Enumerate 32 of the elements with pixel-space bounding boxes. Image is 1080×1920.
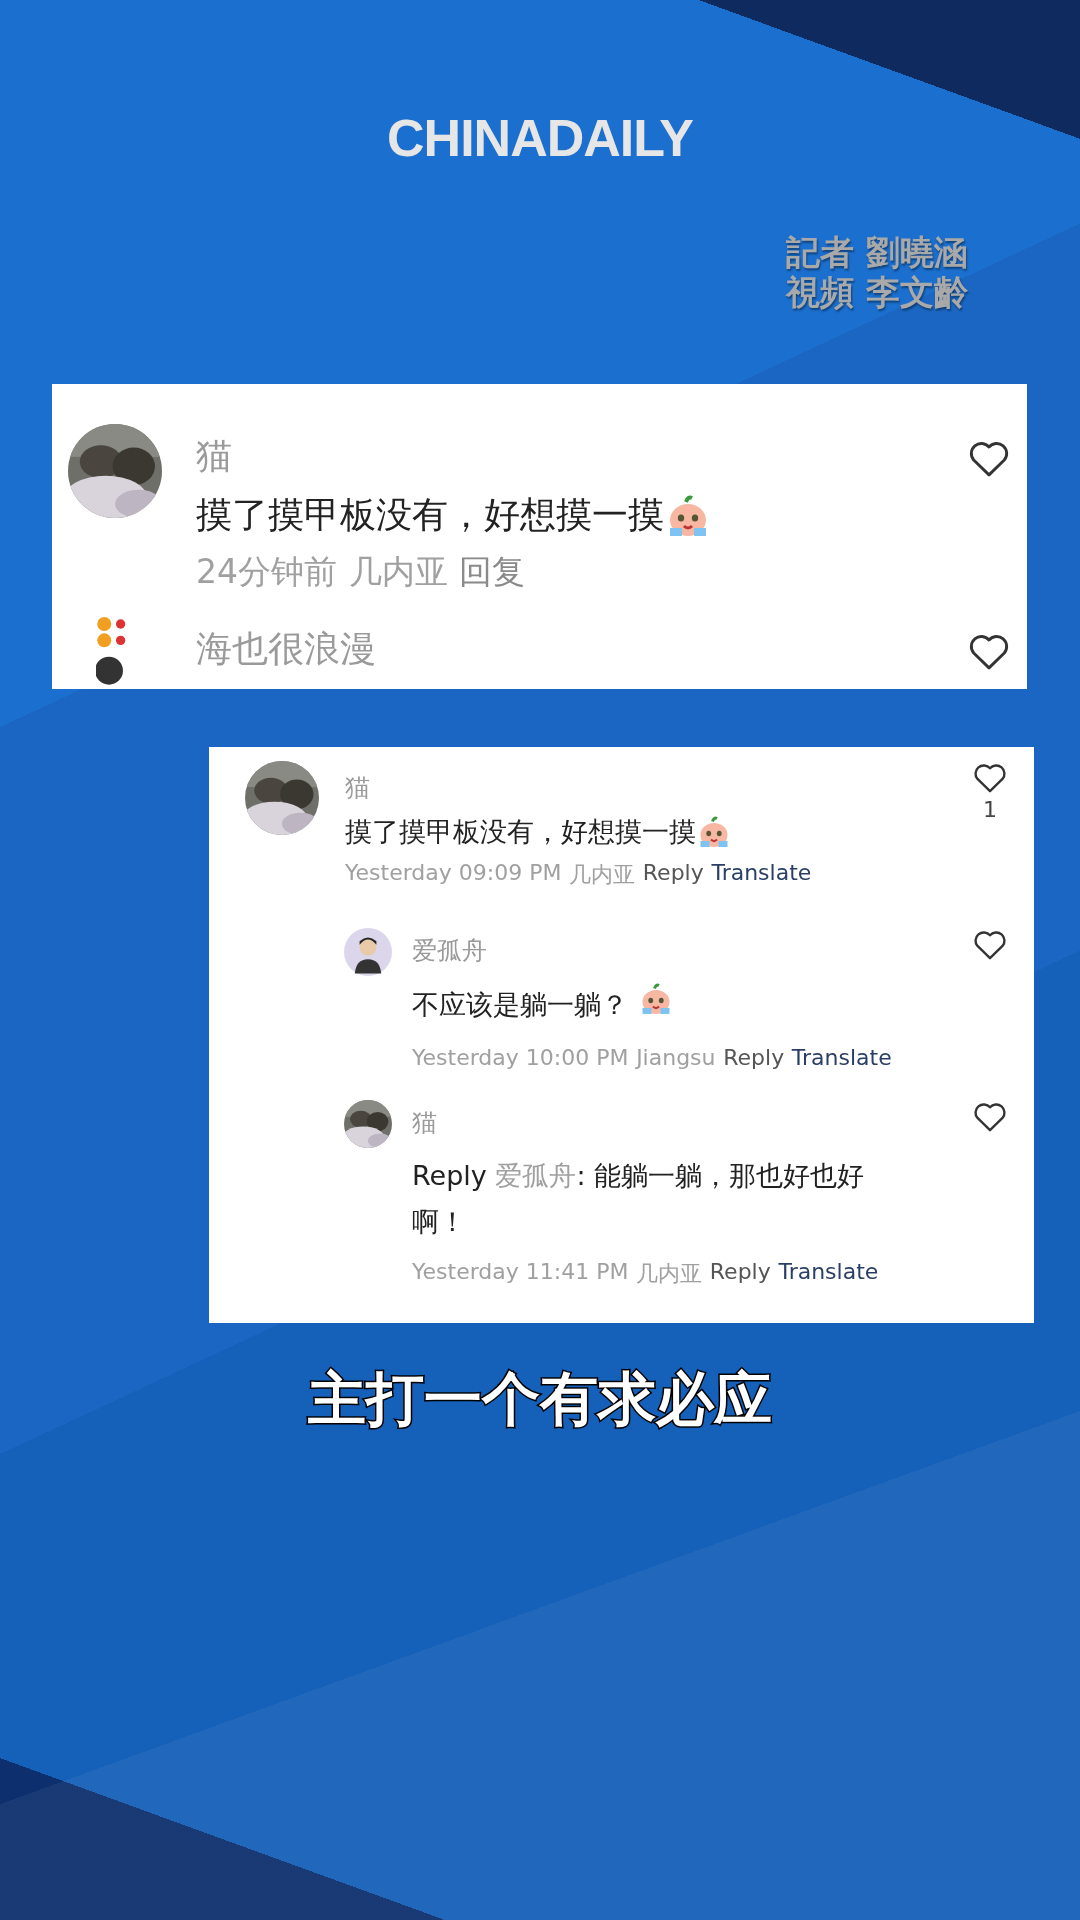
user-name: 猫 [196,434,233,478]
credit-line: 記者 劉曉涵 [786,232,968,272]
comment-location: 几内亚 [636,1260,703,1288]
user-name: 海也很浪漫 [195,627,377,671]
credit-line: 視頻 李文齡 [786,272,968,312]
translate-link[interactable]: Translate [778,1259,879,1289]
comment-location: 几内亚 [569,861,636,889]
avatar-icon [344,928,392,976]
reply-link[interactable]: Reply [723,1045,785,1070]
user-name: 猫 [412,1107,438,1139]
like-count: 1 [983,797,997,823]
comment-time: Yesterday 11:41 PM [412,1259,629,1286]
heart-icon[interactable] [972,928,1008,961]
translate-link[interactable]: Translate [791,1045,892,1070]
reply-link[interactable]: Reply [642,860,704,890]
heart-icon[interactable] [972,761,1008,794]
comment-time: Yesterday 10:00 PM [412,1045,629,1070]
comment-meta: 24分钟前 [196,551,337,593]
user-name: 猫 [345,772,371,804]
logo: CHINADAILY [387,108,693,168]
user-name: 爱孤舟 [412,935,488,967]
translate-link[interactable]: Translate [711,860,812,890]
comment-text: Reply 爱孤舟: 能躺一躺，那也好也好啊！ [412,1160,865,1237]
comment-location: Jiangsu [636,1045,716,1070]
heart-icon[interactable] [972,1100,1008,1133]
reply-link[interactable]: Reply [709,1259,771,1289]
comment-time: Yesterday 09:09 PM [345,860,562,887]
comment-meta: 几内亚 [348,551,448,593]
comment-text: 不应该是躺一躺？ [412,988,628,1020]
comment-text: 摸了摸甲板没有，好想摸一摸 [345,815,696,849]
comment-text: 摸了摸甲板没有，好想摸一摸 [196,493,664,537]
caption: 主打一个有求必应 [308,1364,772,1435]
